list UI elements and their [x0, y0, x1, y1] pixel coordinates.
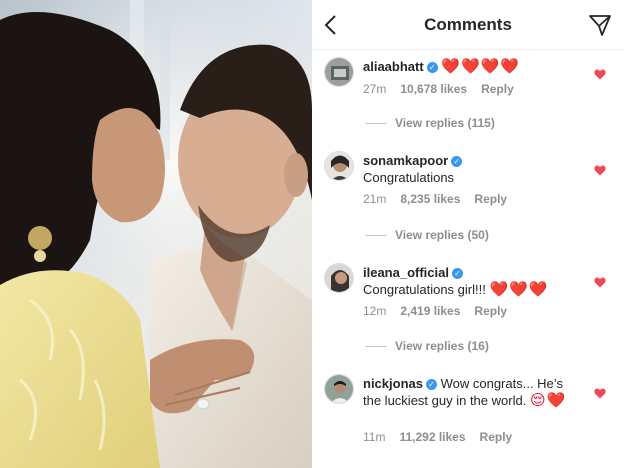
comment-likes[interactable]: 8,235 likes: [400, 192, 460, 206]
comment-time: 11m: [363, 430, 386, 444]
comment-emoji: 😌❤️: [529, 392, 567, 409]
view-replies-link[interactable]: View replies (50): [365, 228, 489, 242]
comment-emoji: ❤️❤️❤️: [489, 281, 549, 298]
comment-emoji: ❤️❤️❤️❤️: [441, 58, 521, 75]
heart-icon[interactable]: [594, 69, 606, 80]
comment-likes[interactable]: 11,292 likes: [399, 430, 465, 444]
avatar[interactable]: [324, 263, 354, 293]
comment-body: Congratulations: [363, 170, 455, 185]
post-photo: [0, 0, 312, 468]
view-replies-link[interactable]: View replies (16): [365, 339, 489, 353]
comment-text: nickjonas ✓ Wow congrats... He’s the luck…: [363, 375, 583, 409]
couple-photo-illustration: [0, 0, 312, 468]
comment-username[interactable]: aliaabhatt: [363, 59, 424, 74]
page-title: Comments: [424, 15, 512, 34]
comment-time: 27m: [363, 82, 387, 96]
verified-badge-icon: ✓: [425, 379, 437, 390]
comment-username[interactable]: sonamkapoor: [363, 153, 448, 168]
comment-meta: 27m 10,678 likes Reply: [363, 82, 528, 96]
divider-line: [365, 123, 387, 125]
comments-header: Comments: [312, 0, 624, 50]
divider-line: [365, 235, 387, 237]
comment-meta: 12m 2,419 likes Reply: [363, 304, 521, 318]
view-replies-link[interactable]: View replies (115): [365, 116, 495, 130]
comments-panel: Comments aliaabhatt ✓ ❤️❤️❤️❤️ 27m 10,678 …: [312, 0, 624, 468]
view-replies-label: View replies (115): [395, 116, 495, 130]
comment-time: 21m: [363, 192, 387, 206]
comment-item: ileana_official ✓ Congratulations girl!!!…: [312, 263, 624, 319]
reply-button[interactable]: Reply: [474, 192, 507, 206]
comment-text: sonamkapoor ✓ Congratulations: [363, 152, 583, 186]
comment-meta: 21m 8,235 likes Reply: [363, 192, 521, 206]
comment-body: Congratulations girl!!!: [363, 282, 486, 297]
heart-icon[interactable]: [594, 277, 606, 288]
verified-badge-icon: ✓: [426, 62, 438, 73]
comment-username[interactable]: nickjonas: [363, 376, 423, 391]
comment-text: aliaabhatt ✓ ❤️❤️❤️❤️: [363, 58, 583, 75]
comment-likes[interactable]: 10,678 likes: [400, 82, 467, 96]
comment-likes[interactable]: 2,419 likes: [400, 304, 460, 318]
comment-item: nickjonas ✓ Wow congrats... He’s the luck…: [312, 374, 624, 448]
view-replies-label: View replies (16): [395, 339, 489, 353]
comment-username[interactable]: ileana_official: [363, 265, 449, 280]
avatar[interactable]: [324, 57, 354, 87]
comment-time: 12m: [363, 304, 387, 318]
avatar[interactable]: [324, 151, 354, 181]
avatar[interactable]: [324, 374, 354, 404]
reply-button[interactable]: Reply: [480, 430, 513, 444]
comment-item: sonamkapoor ✓ Congratulations 21m 8,235 li…: [312, 151, 624, 207]
reply-button[interactable]: Reply: [474, 304, 507, 318]
paper-plane-icon[interactable]: [588, 13, 612, 37]
comment-text: ileana_official ✓ Congratulations girl!!!…: [363, 264, 583, 298]
heart-icon[interactable]: [594, 388, 606, 399]
reply-button[interactable]: Reply: [481, 82, 514, 96]
comment-meta: 11m 11,292 likes Reply: [363, 430, 526, 444]
heart-icon[interactable]: [594, 165, 606, 176]
comment-item: aliaabhatt ✓ ❤️❤️❤️❤️ 27m 10,678 likes Repl…: [312, 57, 624, 107]
view-replies-label: View replies (50): [395, 228, 489, 242]
verified-badge-icon: ✓: [451, 268, 463, 279]
verified-badge-icon: ✓: [451, 156, 463, 167]
divider-line: [365, 346, 387, 348]
